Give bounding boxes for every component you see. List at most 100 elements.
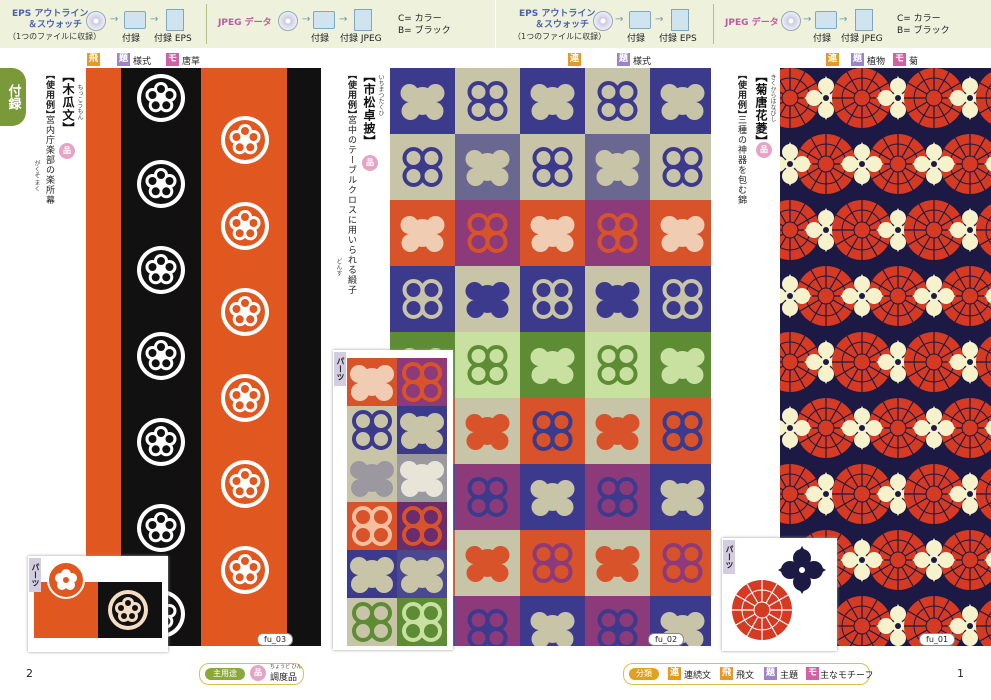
color-label: C= カラー — [398, 14, 442, 24]
product-pin-icon: 品 — [362, 155, 378, 171]
kiku-text-area — [722, 68, 780, 538]
header-jpeg-section-left: JPEG データ → 付録 → 付録 JPEG C= カラー B= ブラック — [208, 0, 495, 48]
motif-text: 唐草 — [182, 57, 201, 67]
theme-text: 様式 — [133, 57, 152, 67]
jpeg-label: JPEG データ — [218, 18, 272, 28]
page-title: 【市松卓披】 — [362, 70, 376, 148]
fly-badge: 飛 — [87, 53, 100, 66]
header-divider — [713, 4, 714, 44]
theme-badge: 題 — [617, 53, 630, 66]
page-title: 【木瓜文】 — [61, 70, 75, 135]
usage-label: 【使用例】 — [736, 70, 746, 120]
arrow-icon: → — [803, 14, 812, 25]
arrow-icon: → — [655, 14, 664, 25]
usage-label: 【使用例】 — [44, 70, 54, 120]
arrow-icon: → — [150, 14, 159, 25]
motif-text: 菊 — [909, 57, 919, 67]
usage-text: 三種の神器を包む錦 — [736, 115, 746, 205]
folder-icon — [313, 11, 335, 29]
motif-badge: モ — [893, 53, 906, 66]
product-pin-icon: 品 — [756, 142, 772, 158]
parts-label: パーツ — [723, 540, 735, 574]
folder-icon — [124, 11, 146, 29]
ren-badge: 連 — [668, 667, 681, 680]
usage-text: 宮中のテーブルクロスに用いられる緞子 — [346, 115, 356, 295]
theme-text: 植物 — [867, 57, 886, 67]
eps-label-line2: ＆スウォッチ — [28, 20, 83, 30]
arrow-icon: → — [615, 14, 624, 25]
mokko-text-area — [30, 68, 86, 558]
theme-badge: 題 — [117, 53, 130, 66]
jpeg-folder-label: 付録 — [813, 34, 832, 44]
eps-note: （1つのファイルに収録） — [513, 32, 607, 41]
arrow-icon: → — [839, 14, 848, 25]
theme-badge: 題 — [764, 667, 777, 680]
legend-class-pill: 分類 — [629, 668, 659, 680]
usage-ruby: どんす — [335, 258, 342, 276]
file-icon — [671, 9, 689, 31]
page-title: 【菊唐花菱】 — [754, 70, 768, 148]
header-eps-section-right: EPS アウトライン ＆スウォッチ （1つのファイルに収録） → 付録 → 付録… — [505, 0, 710, 48]
pattern-code: fu_01 — [919, 633, 956, 646]
folder-icon — [815, 11, 837, 29]
fly-badge: 飛 — [720, 667, 733, 680]
eps-note: （1つのファイルに収録） — [8, 32, 102, 41]
black-label: B= ブラック — [897, 26, 950, 36]
header-jpeg-section-right: JPEG データ → 付録 → 付録 JPEG C= カラー B= ブラック — [715, 0, 991, 48]
motif-text: 主なモチーフ — [820, 671, 874, 681]
jpeg-label: JPEG データ — [725, 18, 779, 28]
disc-icon — [593, 11, 613, 31]
page-number-right: 1 — [957, 667, 964, 680]
disc-icon — [278, 11, 298, 31]
legend-classification: 分類 連 連続文 飛 飛文 題 主題 モ 主なモチーフ — [623, 663, 874, 685]
page-number-left: 2 — [26, 667, 33, 680]
black-label: B= ブラック — [398, 26, 451, 36]
side-tab-left[interactable]: 付録 — [0, 68, 26, 126]
arrow-icon: → — [110, 14, 119, 25]
folder-label: 付録 — [122, 34, 141, 44]
usage-text: 宮内庁楽部の楽所幕 — [44, 115, 54, 205]
ren-badge: 連 — [826, 53, 839, 66]
theme-badge: 題 — [851, 53, 864, 66]
jpeg-target-label: 付録 JPEG — [841, 34, 883, 44]
legend-usage: 主用途 品 ちょうど ひん 調度品 — [199, 663, 304, 685]
theme-text: 様式 — [633, 57, 652, 67]
parts-label: パーツ — [334, 352, 346, 386]
eps-target-label: 付録 EPS — [154, 34, 192, 44]
legend-usage-text: 調度品 — [270, 673, 298, 683]
jpeg-target-label: 付録 JPEG — [340, 34, 382, 44]
pattern-code: fu_02 — [648, 633, 685, 646]
parts-inset-ichimatsu — [333, 350, 453, 650]
color-label: C= カラー — [897, 14, 941, 24]
parts-inset-kiku — [722, 538, 837, 651]
arrow-icon: → — [302, 14, 311, 25]
header-divider — [206, 4, 207, 44]
file-icon — [855, 9, 873, 31]
usage-label: 【使用例】 — [346, 70, 356, 120]
legend-usage-pill: 主用途 — [205, 668, 245, 680]
theme-text: 主題 — [780, 671, 799, 681]
fly-text: 飛文 — [736, 671, 755, 681]
ren-badge: 連 — [568, 53, 581, 66]
product-pin-icon: 品 — [250, 665, 266, 681]
legend-usage-ruby: ちょうど ひん — [270, 664, 302, 670]
usage-ruby: がくそ まく — [33, 160, 40, 192]
motif-badge: モ — [166, 53, 179, 66]
eps-target-label: 付録 EPS — [659, 34, 697, 44]
eps-label-line2: ＆スウォッチ — [535, 20, 590, 30]
motif-badge: モ — [806, 667, 819, 680]
disc-icon — [86, 11, 106, 31]
jpeg-folder-label: 付録 — [311, 34, 330, 44]
product-pin-icon: 品 — [59, 143, 75, 159]
folder-label: 付録 — [627, 34, 646, 44]
file-icon — [354, 9, 372, 31]
parts-label: パーツ — [29, 558, 41, 592]
parts-inset-mokko — [28, 556, 168, 652]
disc-icon — [781, 11, 801, 31]
arrow-icon: → — [339, 14, 348, 25]
folder-icon — [629, 11, 651, 29]
ren-text: 連続文 — [684, 671, 712, 681]
file-icon — [166, 9, 184, 31]
header-eps-section-left: EPS アウトライン ＆スウォッチ （1つのファイルに収録） → 付録 → 付録… — [0, 0, 205, 48]
pattern-code: fu_03 — [257, 633, 294, 646]
